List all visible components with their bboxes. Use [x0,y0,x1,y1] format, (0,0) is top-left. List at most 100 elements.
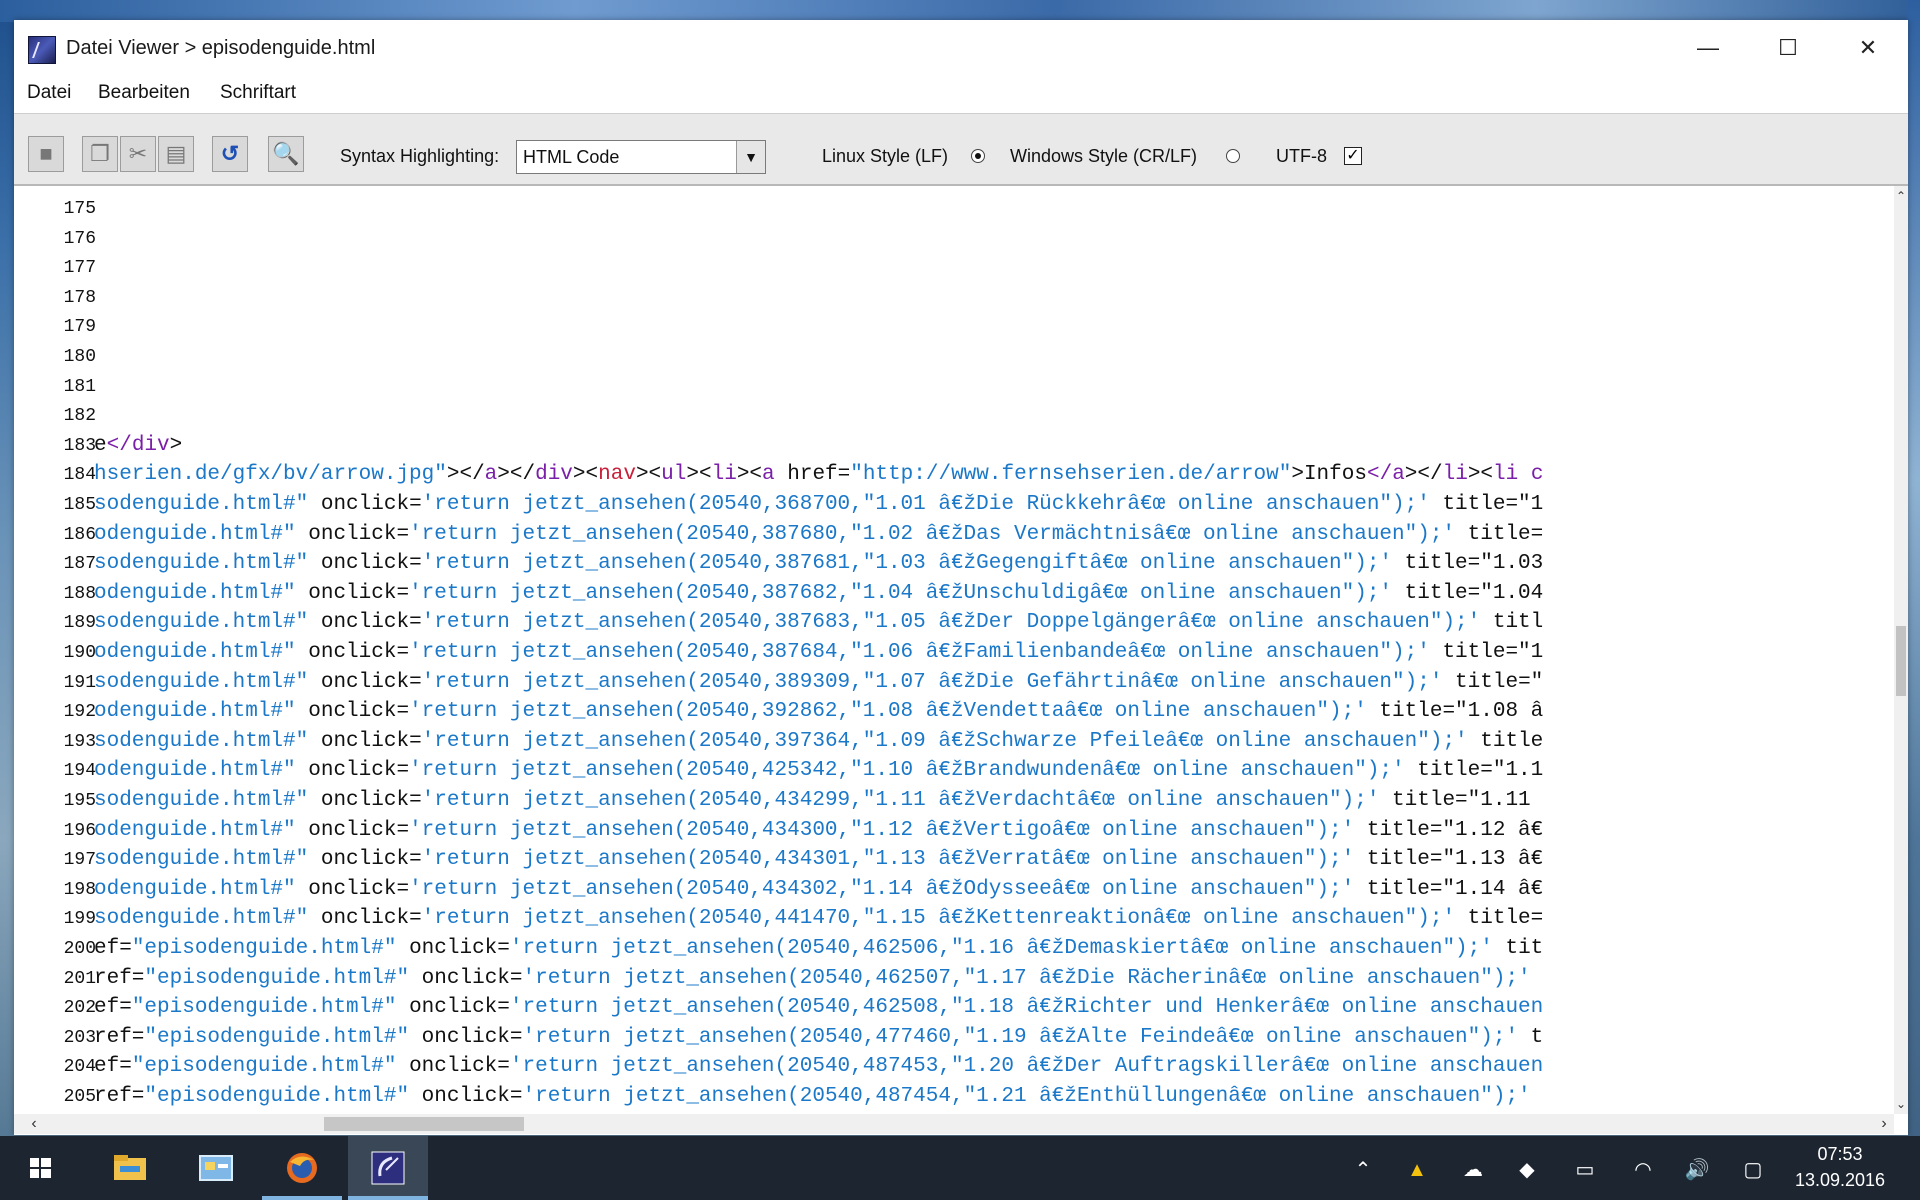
horizontal-scroll-thumb[interactable] [324,1117,524,1131]
code-token: onclick= [308,789,422,812]
cut-button[interactable]: ✂ [120,136,156,172]
datei-viewer-app[interactable] [348,1136,428,1200]
code-line[interactable]: 182 [14,401,1894,431]
code-line[interactable]: 202 ef="episodenguide.html#" onclick='ret… [14,993,1894,1023]
code-token: onclick= [396,1055,510,1079]
code-line[interactable]: 185 sodenguide.html#" onclick='return jet… [14,490,1894,520]
code-token: onclick= [295,581,410,605]
cloud-icon[interactable]: ☁ [1458,1158,1488,1182]
battery-icon[interactable]: ▭ [1570,1158,1600,1182]
code-line[interactable]: 189 sodenguide.html#" onclick='return jet… [14,608,1894,638]
code-line[interactable]: 176 [14,224,1894,254]
code-editor[interactable]: 175 176 177 178 179 180 181 182 183 e</div> 184 hse… [14,186,1894,1114]
maximize-button[interactable]: ☐ [1748,20,1828,76]
file-explorer-app[interactable] [90,1136,170,1200]
dropbox-icon[interactable]: ◆ [1512,1158,1542,1182]
paste-button[interactable]: ▤ [158,136,194,172]
code-line[interactable]: 188 odenguide.html#" onclick='return jetz… [14,579,1894,609]
code-token: title="1.03 [1392,552,1544,576]
code-token: odenguide.html#" [94,581,296,605]
code-line[interactable]: 175 [14,194,1894,224]
windows-style-radio[interactable] [1226,149,1240,163]
code-token: onclick= [308,670,422,694]
minimize-button[interactable]: — [1668,20,1748,76]
search-icon: 🔍 [272,141,300,166]
code-token: onclick= [396,996,510,1020]
code-token: onclick= [409,966,523,990]
code-text: sodenguide.html#" onclick='return jetzt_… [94,727,1543,757]
code-token: onclick= [295,818,410,842]
action-center-icon[interactable]: ▢ [1738,1158,1768,1182]
code-line[interactable]: 194 odenguide.html#" onclick='return jetz… [14,756,1894,786]
menu-datei[interactable]: Datei [27,82,71,104]
code-line[interactable]: 200 ef="episodenguide.html#" onclick='ret… [14,934,1894,964]
menu-schriftart[interactable]: Schriftart [220,82,296,104]
line-number: 177 [63,258,96,279]
menu-bearbeiten[interactable]: Bearbeiten [98,82,190,104]
code-line[interactable]: 196 odenguide.html#" onclick='return jetz… [14,816,1894,846]
vertical-scrollbar[interactable]: ⌃ ⌄ [1894,186,1908,1114]
wifi-icon[interactable]: ◠ [1628,1158,1658,1182]
code-line[interactable]: 201 ref="episodenguide.html#" onclick='re… [14,964,1894,994]
line-number: 178 [63,287,96,308]
line-number: 186 [63,524,96,545]
code-line[interactable]: 199 sodenguide.html#" onclick='return jet… [14,904,1894,934]
code-line[interactable]: 193 sodenguide.html#" onclick='return jet… [14,727,1894,757]
start-button[interactable] [0,1136,80,1200]
code-token: 'return jetzt_ansehen(20540,434300,"1.12… [409,818,1355,842]
code-text: odenguide.html#" onclick='return jetzt_a… [94,756,1543,786]
line-number: 203 [63,1027,96,1048]
volume-icon[interactable]: 🔊 [1682,1158,1712,1182]
code-line[interactable]: 183 e</div> [14,431,1894,461]
code-lines[interactable]: 175 176 177 178 179 180 181 182 183 e</div> 184 hse… [14,186,1894,1114]
code-token: ef= [94,937,132,960]
line-number: 183 [63,435,96,456]
code-line[interactable]: 191 sodenguide.html#" onclick='return jet… [14,668,1894,698]
code-line[interactable]: 184 hserien.de/gfx/bv/arrow.jpg"></a></di… [14,460,1894,490]
code-line[interactable]: 179 [14,312,1894,342]
taskbar-clock[interactable]: 07:53 13.09.2016 [1770,1141,1910,1193]
horizontal-scrollbar[interactable]: ‹ › [14,1114,1894,1134]
undo-button[interactable]: ↺ [212,136,248,172]
code-token: t [1518,1025,1544,1049]
code-line[interactable]: 186 odenguide.html#" onclick='return jetz… [14,520,1894,550]
code-line[interactable]: 198 odenguide.html#" onclick='return jetz… [14,875,1894,905]
vertical-scroll-thumb[interactable] [1896,626,1906,696]
syntax-highlighting-select[interactable]: HTML Code ▼ [516,140,766,174]
line-number: 202 [63,998,96,1019]
scroll-left-icon[interactable]: ‹ [24,1114,44,1134]
encoding-checkbox[interactable]: ✓ [1344,147,1362,165]
code-line[interactable]: 190 odenguide.html#" onclick='return jetz… [14,638,1894,668]
search-button[interactable]: 🔍 [268,136,304,172]
code-line[interactable]: 192 odenguide.html#" onclick='return jetz… [14,697,1894,727]
google-drive-icon[interactable]: ▲ [1402,1158,1432,1182]
scroll-down-icon[interactable]: ⌄ [1894,1094,1908,1114]
scroll-right-icon[interactable]: › [1874,1114,1894,1134]
chevron-down-icon[interactable]: ▼ [736,141,765,173]
line-number: 182 [63,406,96,427]
control-panel-app[interactable] [176,1136,256,1200]
code-line[interactable]: 187 sodenguide.html#" onclick='return jet… [14,549,1894,579]
code-token: 'return jetzt_ansehen(20540,387681,"1.03… [421,552,1393,576]
copy-button[interactable]: ❐ [82,136,118,172]
code-line[interactable]: 177 [14,253,1894,283]
code-token: title= [1455,907,1544,931]
code-line[interactable]: 178 [14,283,1894,313]
save-button[interactable]: ■ [28,136,64,172]
code-line[interactable]: 180 [14,342,1894,372]
code-line[interactable]: 195 sodenguide.html#" onclick='return jet… [14,786,1894,816]
title-bar[interactable]: Datei Viewer > episodenguide.html — ☐ ✕ [14,20,1908,76]
code-line[interactable]: 203 ref="episodenguide.html#" onclick='re… [14,1023,1894,1053]
code-token: href= [774,463,851,487]
scroll-up-icon[interactable]: ⌃ [1894,186,1908,206]
chevron-up-icon[interactable]: ⌃ [1348,1158,1378,1182]
code-line[interactable]: 197 sodenguide.html#" onclick='return jet… [14,845,1894,875]
firefox-app[interactable] [262,1136,342,1200]
close-button[interactable]: ✕ [1828,20,1908,76]
code-line[interactable]: 181 [14,372,1894,402]
code-line[interactable]: 204 ef="episodenguide.html#" onclick='ret… [14,1052,1894,1082]
code-text: ref="episodenguide.html#" onclick='retur… [94,1082,1543,1112]
code-token: ></ [446,463,485,487]
code-line[interactable]: 205 ref="episodenguide.html#" onclick='re… [14,1082,1894,1112]
linux-style-radio[interactable] [971,149,985,163]
